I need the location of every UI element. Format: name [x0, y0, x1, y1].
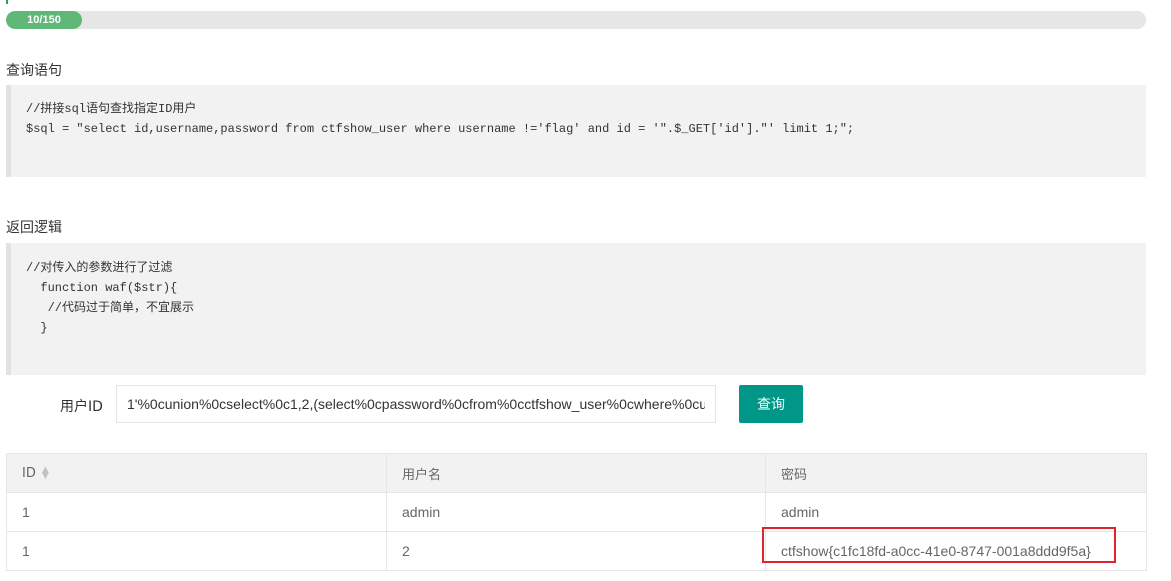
top-accent-bar: [6, 0, 8, 4]
user-id-input[interactable]: [116, 385, 716, 423]
query-code-block: //拼接sql语句查找指定ID用户 $sql = "select id,user…: [6, 85, 1146, 177]
cell-username: admin: [386, 492, 766, 532]
query-form: 用户ID 查询: [6, 384, 1146, 424]
cell-id: 1: [6, 531, 387, 571]
query-code-line-1: //拼接sql语句查找指定ID用户: [26, 102, 197, 116]
cell-password: admin: [765, 492, 1147, 532]
table-header-row: ID ▲ ▼ 用户名 密码: [6, 453, 1147, 493]
query-button[interactable]: 查询: [739, 385, 803, 423]
cell-password-flag: ctfshow{c1fc18fd-a0cc-41e0-8747-001a8ddd…: [762, 527, 1147, 571]
header-password: 密码: [765, 453, 1147, 493]
flag-value: ctfshow{c1fc18fd-a0cc-41e0-8747-001a8ddd…: [781, 543, 1091, 559]
cell-id: 1: [6, 492, 387, 532]
user-id-label: 用户ID: [60, 399, 103, 415]
logic-section-title: 返回逻辑: [6, 220, 62, 236]
logic-code-block: //对传入的参数进行了过滤 function waf($str){ //代码过于…: [6, 243, 1146, 375]
progress-label: 10/150: [27, 14, 61, 26]
logic-code-line-4: }: [26, 321, 48, 335]
logic-code-line-3: //代码过于简单，不宜展示: [26, 301, 195, 315]
logic-code-line-2: function waf($str){: [26, 281, 178, 295]
table-row: 1 admin admin: [6, 492, 1147, 532]
sort-icon[interactable]: ▲ ▼: [42, 466, 49, 481]
logic-code-line-1: //对传入的参数进行了过滤: [26, 261, 173, 275]
query-code-line-2: $sql = "select id,username,password from…: [26, 122, 855, 136]
progress-bar: 10/150: [6, 11, 1146, 29]
header-id[interactable]: ID ▲ ▼: [6, 453, 387, 493]
result-table: ID ▲ ▼ 用户名 密码 1 admin admin 1 2 ctfshow{c1…: [6, 453, 1147, 571]
header-username: 用户名: [386, 453, 766, 493]
progress-fill: 10/150: [6, 11, 82, 29]
cell-username: 2: [386, 531, 766, 571]
table-row: 1 2 ctfshow{c1fc18fd-a0cc-41e0-8747-001a…: [6, 527, 1147, 571]
query-section-title: 查询语句: [6, 63, 62, 79]
